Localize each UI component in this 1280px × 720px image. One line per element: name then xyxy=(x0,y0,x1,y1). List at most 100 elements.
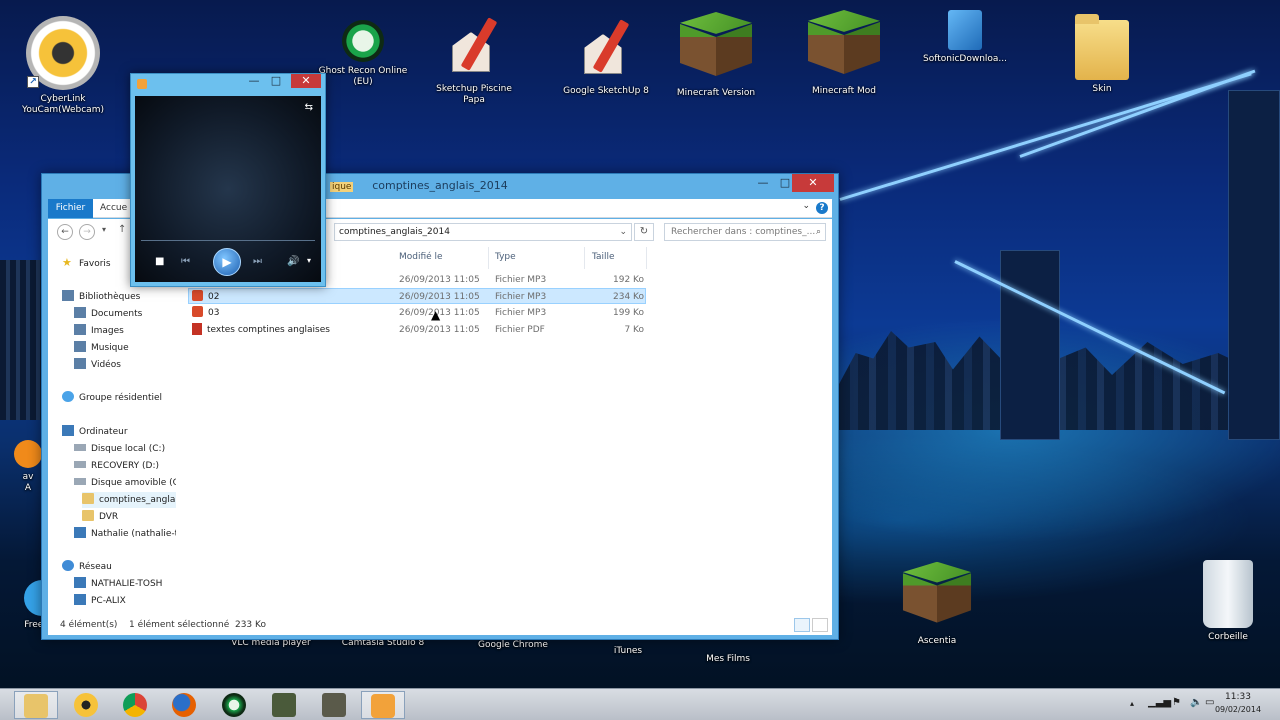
taskbar-explorer[interactable] xyxy=(14,691,58,719)
itunes-icon[interactable]: iTunes xyxy=(583,646,673,657)
ascentia-icon[interactable]: Ascentia xyxy=(892,560,982,647)
taskbar: ▴ ▁▃▅ ⚑ 🔈 ▭ 11:33 09/02/2014 xyxy=(0,688,1280,720)
up-arrow-icon[interactable]: ↑ xyxy=(118,224,126,235)
help-icon[interactable]: ? xyxy=(816,202,828,214)
mp3-file-icon xyxy=(192,306,203,317)
drive-icon xyxy=(74,461,86,468)
nav-bibliotheques[interactable]: Bibliothèques xyxy=(62,289,176,305)
nav-nathalie-tosh[interactable]: NATHALIE-TOSH xyxy=(74,576,176,592)
google-sketchup-icon[interactable]: Google SketchUp 8 xyxy=(561,16,651,97)
nav-musique[interactable]: Musique xyxy=(74,340,176,356)
back-button[interactable]: ← xyxy=(57,224,73,240)
large-icons-view-button[interactable] xyxy=(812,618,828,632)
network-signal-icon[interactable]: ▁▃▅ xyxy=(1148,697,1171,708)
recent-locations-icon[interactable]: ▾ xyxy=(102,225,106,234)
recycle-bin-icon[interactable]: Corbeille xyxy=(1183,560,1273,643)
close-button[interactable]: ✕ xyxy=(792,174,834,192)
nav-documents[interactable]: Documents xyxy=(74,306,176,322)
nav-disque-amovible[interactable]: Disque amovible (G: xyxy=(74,475,176,491)
search-input[interactable]: Rechercher dans : comptines_... ⌕ xyxy=(664,223,826,241)
nav-ordinateur[interactable]: Ordinateur xyxy=(62,424,176,440)
next-icon[interactable]: ⏭ xyxy=(253,256,262,267)
chevron-down-icon[interactable]: ⌄ xyxy=(619,224,627,240)
skin-folder-icon[interactable]: Skin xyxy=(1057,14,1147,95)
taskbar-chrome[interactable] xyxy=(113,691,157,719)
taskbar-app-camtasia[interactable] xyxy=(312,691,356,719)
address-text: comptines_anglais_2014 xyxy=(339,227,450,237)
column-divider xyxy=(646,247,647,269)
clock[interactable]: 11:33 09/02/2014 xyxy=(1210,692,1266,714)
nav-comptines-anglais[interactable]: comptines_anglais xyxy=(82,492,176,508)
computer-icon xyxy=(62,425,74,436)
previous-icon[interactable]: ⏮ xyxy=(181,256,190,267)
clock-date: 09/02/2014 xyxy=(1214,705,1262,714)
stop-icon[interactable]: ■ xyxy=(155,256,164,267)
nav-dvr[interactable]: DVR xyxy=(82,509,176,525)
taskbar-webcam[interactable] xyxy=(64,691,108,719)
forward-button[interactable]: → xyxy=(79,224,95,240)
column-header-size[interactable]: Taille xyxy=(592,252,615,262)
seek-bar[interactable] xyxy=(141,240,315,241)
bridge-tower-right xyxy=(1228,90,1280,440)
taskbar-media-player[interactable] xyxy=(361,691,405,719)
nav-videos[interactable]: Vidéos xyxy=(74,357,176,373)
file-size: 234 Ko xyxy=(613,292,644,302)
nav-images[interactable]: Images xyxy=(74,323,176,339)
media-player-icon xyxy=(371,694,395,718)
nav-reseau[interactable]: Réseau xyxy=(62,559,176,575)
nav-groupe-residentiel[interactable]: Groupe résidentiel xyxy=(62,390,176,406)
nav-nathalie[interactable]: Nathalie (nathalie-to xyxy=(74,526,176,542)
documents-icon xyxy=(74,307,86,318)
mes-films-icon[interactable]: Mes Films xyxy=(683,654,773,665)
shortcut-arrow-icon: ↗ xyxy=(27,76,39,88)
player-maximize-button[interactable]: □ xyxy=(263,74,289,88)
tab-fichier[interactable]: Fichier xyxy=(48,199,93,218)
grass-block-icon xyxy=(808,10,880,82)
show-hidden-icons[interactable]: ▴ xyxy=(1130,699,1134,708)
column-header-modified[interactable]: Modifié le xyxy=(399,252,443,262)
file-name: textes comptines anglaises xyxy=(207,325,330,335)
file-list: Modifié le Type Taille 26/09/2013 11:05 … xyxy=(188,245,832,615)
file-size: 199 Ko xyxy=(613,308,644,318)
refresh-button[interactable]: ↻ xyxy=(634,223,654,241)
skull-icon xyxy=(222,693,246,717)
contextual-tab-label[interactable]: ique xyxy=(330,182,354,192)
taskbar-ghost-recon[interactable] xyxy=(212,691,256,719)
tab-accueil[interactable]: Accue xyxy=(100,199,127,218)
minecraft-version-icon[interactable]: Minecraft Version xyxy=(671,12,761,99)
taskbar-firefox[interactable] xyxy=(162,691,206,719)
player-visualization: ⇆ ■ ⏮ ▶ ⏭ 🔊 ▾ xyxy=(135,96,321,282)
google-chrome-icon[interactable]: Google Chrome xyxy=(468,640,558,651)
address-bar[interactable]: comptines_anglais_2014 ⌄ xyxy=(334,223,632,241)
nav-pc-alix[interactable]: PC-ALIX xyxy=(74,593,176,609)
volume-icon[interactable]: 🔈 xyxy=(1190,697,1202,708)
flag-icon[interactable]: ⚑ xyxy=(1172,697,1181,708)
chevron-down-icon[interactable]: ⌄ xyxy=(802,201,810,211)
nav-disque-local[interactable]: Disque local (C:) xyxy=(74,441,176,457)
file-type: Fichier MP3 xyxy=(495,275,547,285)
minecraft-mod-icon[interactable]: Minecraft Mod xyxy=(799,10,889,97)
cyberlink-youcam-icon[interactable]: CyberLink YouCam(Webcam) xyxy=(18,16,108,116)
user-icon xyxy=(74,527,86,538)
softonic-download-icon[interactable]: SoftonicDownloa... xyxy=(920,10,1010,65)
nav-recovery[interactable]: RECOVERY (D:) xyxy=(74,458,176,474)
chevron-down-icon[interactable]: ▾ xyxy=(307,256,311,265)
bridge-cable xyxy=(839,72,1252,201)
taskbar-app-sketchup[interactable] xyxy=(262,691,306,719)
volume-icon[interactable]: 🔊 xyxy=(287,256,299,267)
sketchup-piscine-icon[interactable]: Sketchup Piscine Papa xyxy=(429,14,519,106)
switch-to-library-icon[interactable]: ⇆ xyxy=(305,102,313,113)
details-view-button[interactable] xyxy=(794,618,810,632)
column-header-type[interactable]: Type xyxy=(495,252,516,262)
file-row[interactable]: 03 26/09/2013 11:05 Fichier MP3 199 Ko xyxy=(188,305,646,321)
content-area: ★ Favoris Bibliothèques Documents Images … xyxy=(48,245,832,615)
play-button[interactable]: ▶ xyxy=(213,248,241,276)
file-row[interactable]: textes comptines anglaises 26/09/2013 11… xyxy=(188,322,646,338)
file-type: Fichier MP3 xyxy=(495,292,547,302)
file-type: Fichier PDF xyxy=(495,325,545,335)
computer-icon xyxy=(74,594,86,605)
file-row-selected[interactable]: 02 26/09/2013 11:05 Fichier MP3 234 Ko xyxy=(188,288,646,304)
ghost-recon-icon[interactable]: Ghost Recon Online (EU) xyxy=(318,20,408,88)
player-close-button[interactable]: ✕ xyxy=(291,74,321,88)
file-name: 02 xyxy=(208,292,220,302)
